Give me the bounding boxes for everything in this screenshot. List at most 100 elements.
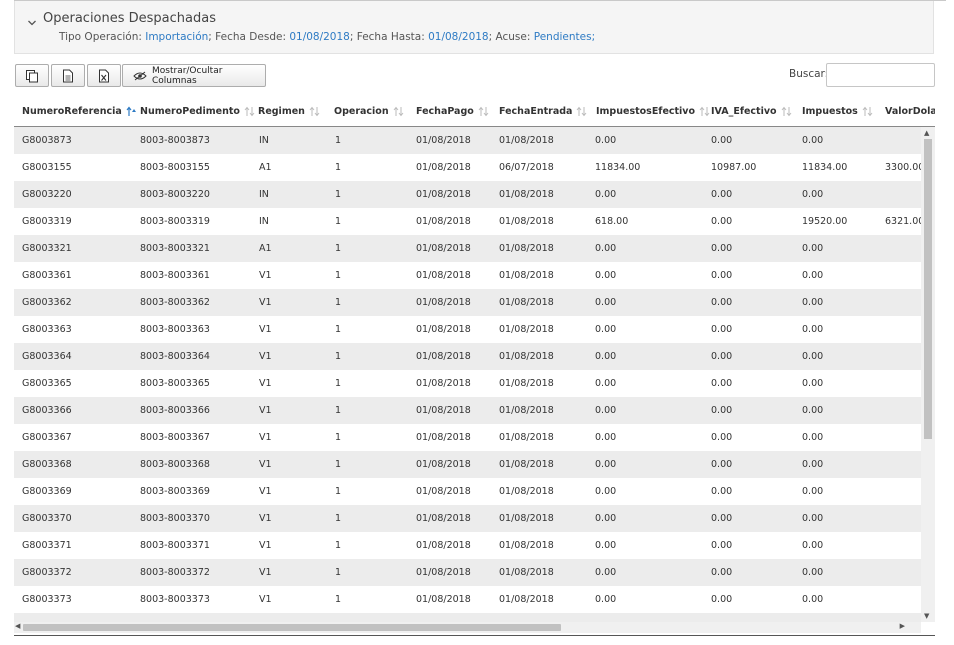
table-cell: 618.00 <box>595 216 629 227</box>
header-fecha-pago[interactable]: FechaPago <box>416 106 490 117</box>
table-cell: 8003-8003363 <box>140 324 210 335</box>
table-cell: 0.00 <box>711 378 733 389</box>
table-cell: 0.00 <box>595 243 617 254</box>
table-cell: 0.00 <box>711 324 733 335</box>
table-cell: 0.00 <box>711 594 733 605</box>
table-cell: 01/08/2018 <box>499 324 554 335</box>
table-cell: 1 <box>335 540 342 551</box>
table-cell: V1 <box>259 513 272 524</box>
sort-icon[interactable] <box>699 106 711 117</box>
toggle-columns-label: Mostrar/Ocultar Columnas <box>152 65 223 86</box>
chevron-down-icon[interactable] <box>27 13 37 26</box>
sort-icon[interactable] <box>393 106 405 117</box>
table-cell: 1 <box>335 459 342 470</box>
sort-icon[interactable] <box>576 106 588 117</box>
table-cell: G8003371 <box>22 540 72 551</box>
column-header-label: Impuestos <box>802 106 858 117</box>
table-row[interactable]: G8003370 8003-8003370 V1 1 01/08/2018 01/08/2… <box>14 505 922 532</box>
table-cell: 8003-8003368 <box>140 459 210 470</box>
horizontal-scroll-thumb[interactable] <box>23 624 561 631</box>
table-cell: 8003-8003367 <box>140 432 210 443</box>
excel-icon <box>98 69 110 83</box>
table-cell: V1 <box>259 459 272 470</box>
sort-icon[interactable] <box>309 106 321 117</box>
table-cell: V1 <box>259 540 272 551</box>
table-cell: V1 <box>259 297 272 308</box>
table-cell: 01/08/2018 <box>499 486 554 497</box>
table-row[interactable]: G8003365 8003-8003365 V1 1 01/08/2018 01/08/2… <box>14 370 922 397</box>
table-row[interactable]: G8003362 8003-8003362 V1 1 01/08/2018 01/08/2… <box>14 289 922 316</box>
table-cell: 1 <box>335 594 342 605</box>
table-row[interactable]: G8003363 8003-8003363 V1 1 01/08/2018 01/08/2… <box>14 316 922 343</box>
search-input[interactable] <box>826 63 935 87</box>
table-cell: 01/08/2018 <box>416 135 471 146</box>
filter-acuse-label: ; Acuse: <box>488 31 531 43</box>
export-document-button[interactable] <box>51 64 85 87</box>
table-row[interactable]: G80033748003-8003374V1101/08/201801/08/2… <box>14 613 922 622</box>
header-operacion[interactable]: Operacion <box>334 106 405 117</box>
table-cell: 0.00 <box>711 135 733 146</box>
column-header-label: FechaEntrada <box>499 106 573 117</box>
scroll-right-icon[interactable]: ▶ <box>900 622 905 630</box>
sort-ascending-icon[interactable] <box>126 106 138 117</box>
table-row[interactable]: G8003373 8003-8003373 V1 1 01/08/2018 01/08/2… <box>14 586 922 613</box>
header-impuestos[interactable]: Impuestos <box>802 106 874 117</box>
sort-icon[interactable] <box>862 106 874 117</box>
sort-icon[interactable] <box>478 106 490 117</box>
table-row[interactable]: G8003367 8003-8003367 V1 1 01/08/2018 01/08/2… <box>14 424 922 451</box>
horizontal-scrollbar[interactable]: ◀ ▶ <box>14 622 921 633</box>
header-iva-efectivo[interactable]: IVA_Efectivo <box>711 106 793 117</box>
table-row[interactable]: G8003369 8003-8003369 V1 1 01/08/2018 01/08/2… <box>14 478 922 505</box>
table-cell: 1 <box>335 513 342 524</box>
header-regimen[interactable]: Regimen <box>258 106 321 117</box>
table-cell: 1 <box>335 486 342 497</box>
table-cell: G8003362 <box>22 297 72 308</box>
scroll-up-icon[interactable]: ▲ <box>924 129 929 137</box>
header-numero-referencia[interactable]: NumeroReferencia <box>22 106 138 117</box>
table-row[interactable]: G8003366 8003-8003366 V1 1 01/08/2018 01/08/2… <box>14 397 922 424</box>
table-cell: 0.00 <box>595 270 617 281</box>
table-cell: 1 <box>335 135 342 146</box>
toggle-columns-button[interactable]: Mostrar/Ocultar Columnas <box>122 64 266 87</box>
table-row[interactable]: G8003319 8003-8003319 IN 1 01/08/2018 01/08/2… <box>14 208 922 235</box>
table-cell: 0.00 <box>711 513 733 524</box>
table-row[interactable]: G8003361 8003-8003361 V1 1 01/08/2018 01/08/2… <box>14 262 922 289</box>
header-numero-pedimento[interactable]: NumeroPedimento <box>140 106 256 117</box>
scroll-left-icon[interactable]: ◀ <box>15 622 20 630</box>
table-cell: 8003-8003369 <box>140 486 210 497</box>
panel-title[interactable]: Operaciones Despachadas <box>43 11 216 26</box>
table-cell: 0.00 <box>802 351 824 362</box>
table-cell: 11834.00 <box>802 162 848 173</box>
table-cell: 8003-8003373 <box>140 594 210 605</box>
header-valor-dolares[interactable]: ValorDolares <box>885 106 935 117</box>
table-cell: 0.00 <box>595 189 617 200</box>
table-row[interactable]: G8003321 8003-8003321 A1 1 01/08/2018 01/08/2… <box>14 235 922 262</box>
scroll-down-icon[interactable]: ▼ <box>924 612 929 620</box>
table-cell: 0.00 <box>802 189 824 200</box>
table-cell: V1 <box>259 405 272 416</box>
sort-icon[interactable] <box>244 106 256 117</box>
table-row[interactable]: G8003873 8003-8003873 IN 1 01/08/2018 01/08/2… <box>14 127 922 154</box>
table-row[interactable]: G8003155 8003-8003155 A1 1 01/08/2018 06/07/2… <box>14 154 922 181</box>
copy-button[interactable] <box>15 64 49 87</box>
data-table: NumeroReferencia NumeroPedimento Regimen Op… <box>14 99 935 635</box>
header-impuestos-efectivo[interactable]: ImpuestosEfectivo <box>596 106 711 117</box>
table-row[interactable]: G8003372 8003-8003372 V1 1 01/08/2018 01/08/2… <box>14 559 922 586</box>
table-row[interactable]: G8003371 8003-8003371 V1 1 01/08/2018 01/08/2… <box>14 532 922 559</box>
table-cell: 1 <box>335 405 342 416</box>
export-excel-button[interactable] <box>87 64 121 87</box>
table-cell: 0.00 <box>595 135 617 146</box>
vertical-scroll-thumb[interactable] <box>924 139 932 439</box>
filter-tipo-label: Tipo Operación: <box>59 31 142 43</box>
column-header-label: ImpuestosEfectivo <box>596 106 696 117</box>
table-row[interactable]: G8003220 8003-8003220 IN 1 01/08/2018 01/08/2… <box>14 181 922 208</box>
table-cell: 01/08/2018 <box>416 486 471 497</box>
vertical-scrollbar[interactable]: ▲ ▼ <box>921 127 935 622</box>
filter-summary: Tipo Operación: Importación; Fecha Desde… <box>59 31 595 43</box>
table-row[interactable]: G8003368 8003-8003368 V1 1 01/08/2018 01/08/2… <box>14 451 922 478</box>
table-row[interactable]: G8003364 8003-8003364 V1 1 01/08/2018 01/08/2… <box>14 343 922 370</box>
sort-icon[interactable] <box>781 106 793 117</box>
table-cell: 01/08/2018 <box>416 378 471 389</box>
header-fecha-entrada[interactable]: FechaEntrada <box>499 106 588 117</box>
table-cell: 0.00 <box>802 135 824 146</box>
